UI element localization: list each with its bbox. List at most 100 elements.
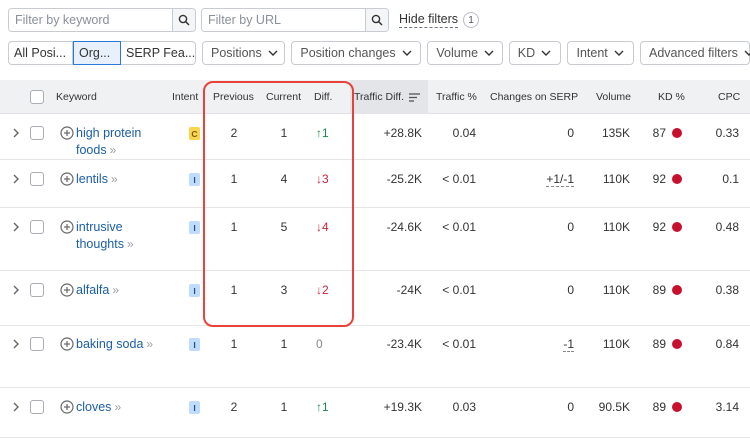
select-all-checkbox[interactable] xyxy=(30,90,44,104)
current-position: 5 xyxy=(280,220,288,234)
changes-on-serp: -1 xyxy=(520,337,574,352)
current-position: 1 xyxy=(280,126,288,140)
serp-changes-value[interactable]: +1/-1 xyxy=(546,172,574,187)
intent-dropdown-label: Intent xyxy=(576,46,608,60)
chevron-down-icon xyxy=(744,48,750,58)
previous-position: 2 xyxy=(230,400,238,414)
chevron-down-icon xyxy=(268,48,278,58)
intent-dropdown[interactable]: Intent xyxy=(567,41,634,65)
column-volume[interactable]: Volume xyxy=(596,80,631,114)
row-checkbox[interactable] xyxy=(30,337,44,351)
intent-badge: I xyxy=(189,173,200,186)
column-keyword[interactable]: Keyword xyxy=(56,80,97,114)
add-keyword-icon[interactable] xyxy=(60,337,74,351)
volume-dropdown[interactable]: Volume xyxy=(427,41,503,65)
current-position: 4 xyxy=(280,172,288,186)
current-position: 1 xyxy=(280,337,288,351)
keyword-link[interactable]: lentils xyxy=(76,172,108,186)
volume-dropdown-label: Volume xyxy=(436,46,479,60)
serp-changes-value: 0 xyxy=(567,220,574,234)
kd-value: 87 xyxy=(652,126,666,140)
add-keyword-icon[interactable] xyxy=(60,126,74,140)
kd-value: 89 xyxy=(652,337,666,351)
expand-row-icon[interactable] xyxy=(12,402,20,412)
row-checkbox[interactable] xyxy=(30,126,44,140)
keyword-link-continued[interactable]: foods xyxy=(76,143,107,157)
positions-dropdown[interactable]: Positions xyxy=(202,41,286,65)
add-keyword-icon[interactable] xyxy=(60,220,74,234)
expand-row-icon[interactable] xyxy=(12,174,20,184)
keyword-cell: alfalfa» xyxy=(76,282,166,299)
keyword-filter-input[interactable] xyxy=(9,9,172,31)
row-checkbox[interactable] xyxy=(30,172,44,186)
row-checkbox[interactable] xyxy=(30,400,44,414)
traffic-pct: < 0.01 xyxy=(442,337,476,351)
search-volume: 135K xyxy=(601,126,630,140)
keyword-link[interactable]: baking soda xyxy=(76,337,143,351)
chevron-down-icon xyxy=(402,48,412,58)
hide-filters-label[interactable]: Hide filters xyxy=(399,12,459,28)
row-checkbox[interactable] xyxy=(30,283,44,297)
serp-changes-value[interactable]: -1 xyxy=(563,337,574,352)
url-filter-input[interactable] xyxy=(202,9,365,31)
select-all-cell xyxy=(30,80,44,114)
advanced-filters-dropdown[interactable]: Advanced filters xyxy=(640,41,750,65)
chevron-down-icon xyxy=(484,48,494,58)
keyword-link[interactable]: alfalfa xyxy=(76,283,109,297)
cpc-value: 3.14 xyxy=(715,400,739,414)
kd-difficulty-dot xyxy=(672,285,682,295)
tab-organic[interactable]: Org... xyxy=(73,41,121,65)
column-traffic-pct[interactable]: Traffic % xyxy=(436,80,477,114)
column-kd[interactable]: KD % xyxy=(658,80,685,114)
expand-row-icon[interactable] xyxy=(12,285,20,295)
chevron-down-icon xyxy=(541,48,551,58)
open-serp-icon[interactable]: » xyxy=(146,337,153,351)
keyword-link-continued[interactable]: thoughts xyxy=(76,237,124,251)
search-volume: 110K xyxy=(602,172,630,186)
cpc-value: 0.1 xyxy=(722,172,739,186)
row-checkbox[interactable] xyxy=(30,220,44,234)
column-cpc[interactable]: CPC xyxy=(718,80,740,114)
kd-value: 92 xyxy=(652,172,666,186)
add-keyword-icon[interactable] xyxy=(60,400,74,414)
changes-on-serp: 0 xyxy=(520,126,574,140)
hide-filters-toggle[interactable]: Hide filters 1 xyxy=(399,12,480,28)
open-serp-icon[interactable]: » xyxy=(114,400,121,414)
search-volume: 110K xyxy=(602,283,630,297)
column-traffic-diff[interactable]: Traffic Diff. xyxy=(350,80,428,114)
column-previous[interactable]: Previous xyxy=(213,80,254,114)
previous-position: 2 xyxy=(230,126,238,140)
column-changes-on-serp[interactable]: Changes on SERP xyxy=(490,80,578,114)
tab-all-positions[interactable]: All Posi... xyxy=(8,41,73,65)
position-type-tabs: All Posi... Org... SERP Fea... xyxy=(8,41,196,65)
column-current[interactable]: Current xyxy=(266,80,301,114)
open-serp-icon[interactable]: » xyxy=(112,283,119,297)
open-serp-icon[interactable]: » xyxy=(127,237,134,251)
serp-changes-value: 0 xyxy=(567,126,574,140)
changes-on-serp: 0 xyxy=(520,283,574,297)
add-keyword-icon[interactable] xyxy=(60,283,74,297)
expand-row-icon[interactable] xyxy=(12,128,20,138)
open-serp-icon[interactable]: » xyxy=(110,143,117,157)
keyword-search-button[interactable] xyxy=(172,9,195,31)
cpc-value: 0.33 xyxy=(715,126,739,140)
column-intent[interactable]: Intent xyxy=(172,80,198,114)
previous-position: 1 xyxy=(230,172,238,186)
open-serp-icon[interactable]: » xyxy=(111,172,118,186)
changes-on-serp: +1/-1 xyxy=(520,172,574,187)
position-changes-dropdown[interactable]: Position changes xyxy=(291,41,422,65)
traffic-diff: -25.2K xyxy=(386,172,422,186)
expand-row-icon[interactable] xyxy=(12,222,20,232)
traffic-diff: +28.8K xyxy=(383,126,422,140)
keyword-link[interactable]: intrusive xyxy=(76,220,123,234)
column-diff[interactable]: Diff. xyxy=(314,80,332,114)
position-diff: ↑1 xyxy=(316,126,329,140)
add-keyword-icon[interactable] xyxy=(60,172,74,186)
expand-row-icon[interactable] xyxy=(12,339,20,349)
table-row: high protein foods» C 2 1 ↑1 +28.8K 0.04 … xyxy=(0,115,750,160)
url-search-button[interactable] xyxy=(365,9,388,31)
keyword-link[interactable]: high protein xyxy=(76,126,141,140)
tab-serp-features[interactable]: SERP Fea... xyxy=(121,41,196,65)
keyword-link[interactable]: cloves xyxy=(76,400,111,414)
kd-dropdown[interactable]: KD xyxy=(508,41,562,65)
